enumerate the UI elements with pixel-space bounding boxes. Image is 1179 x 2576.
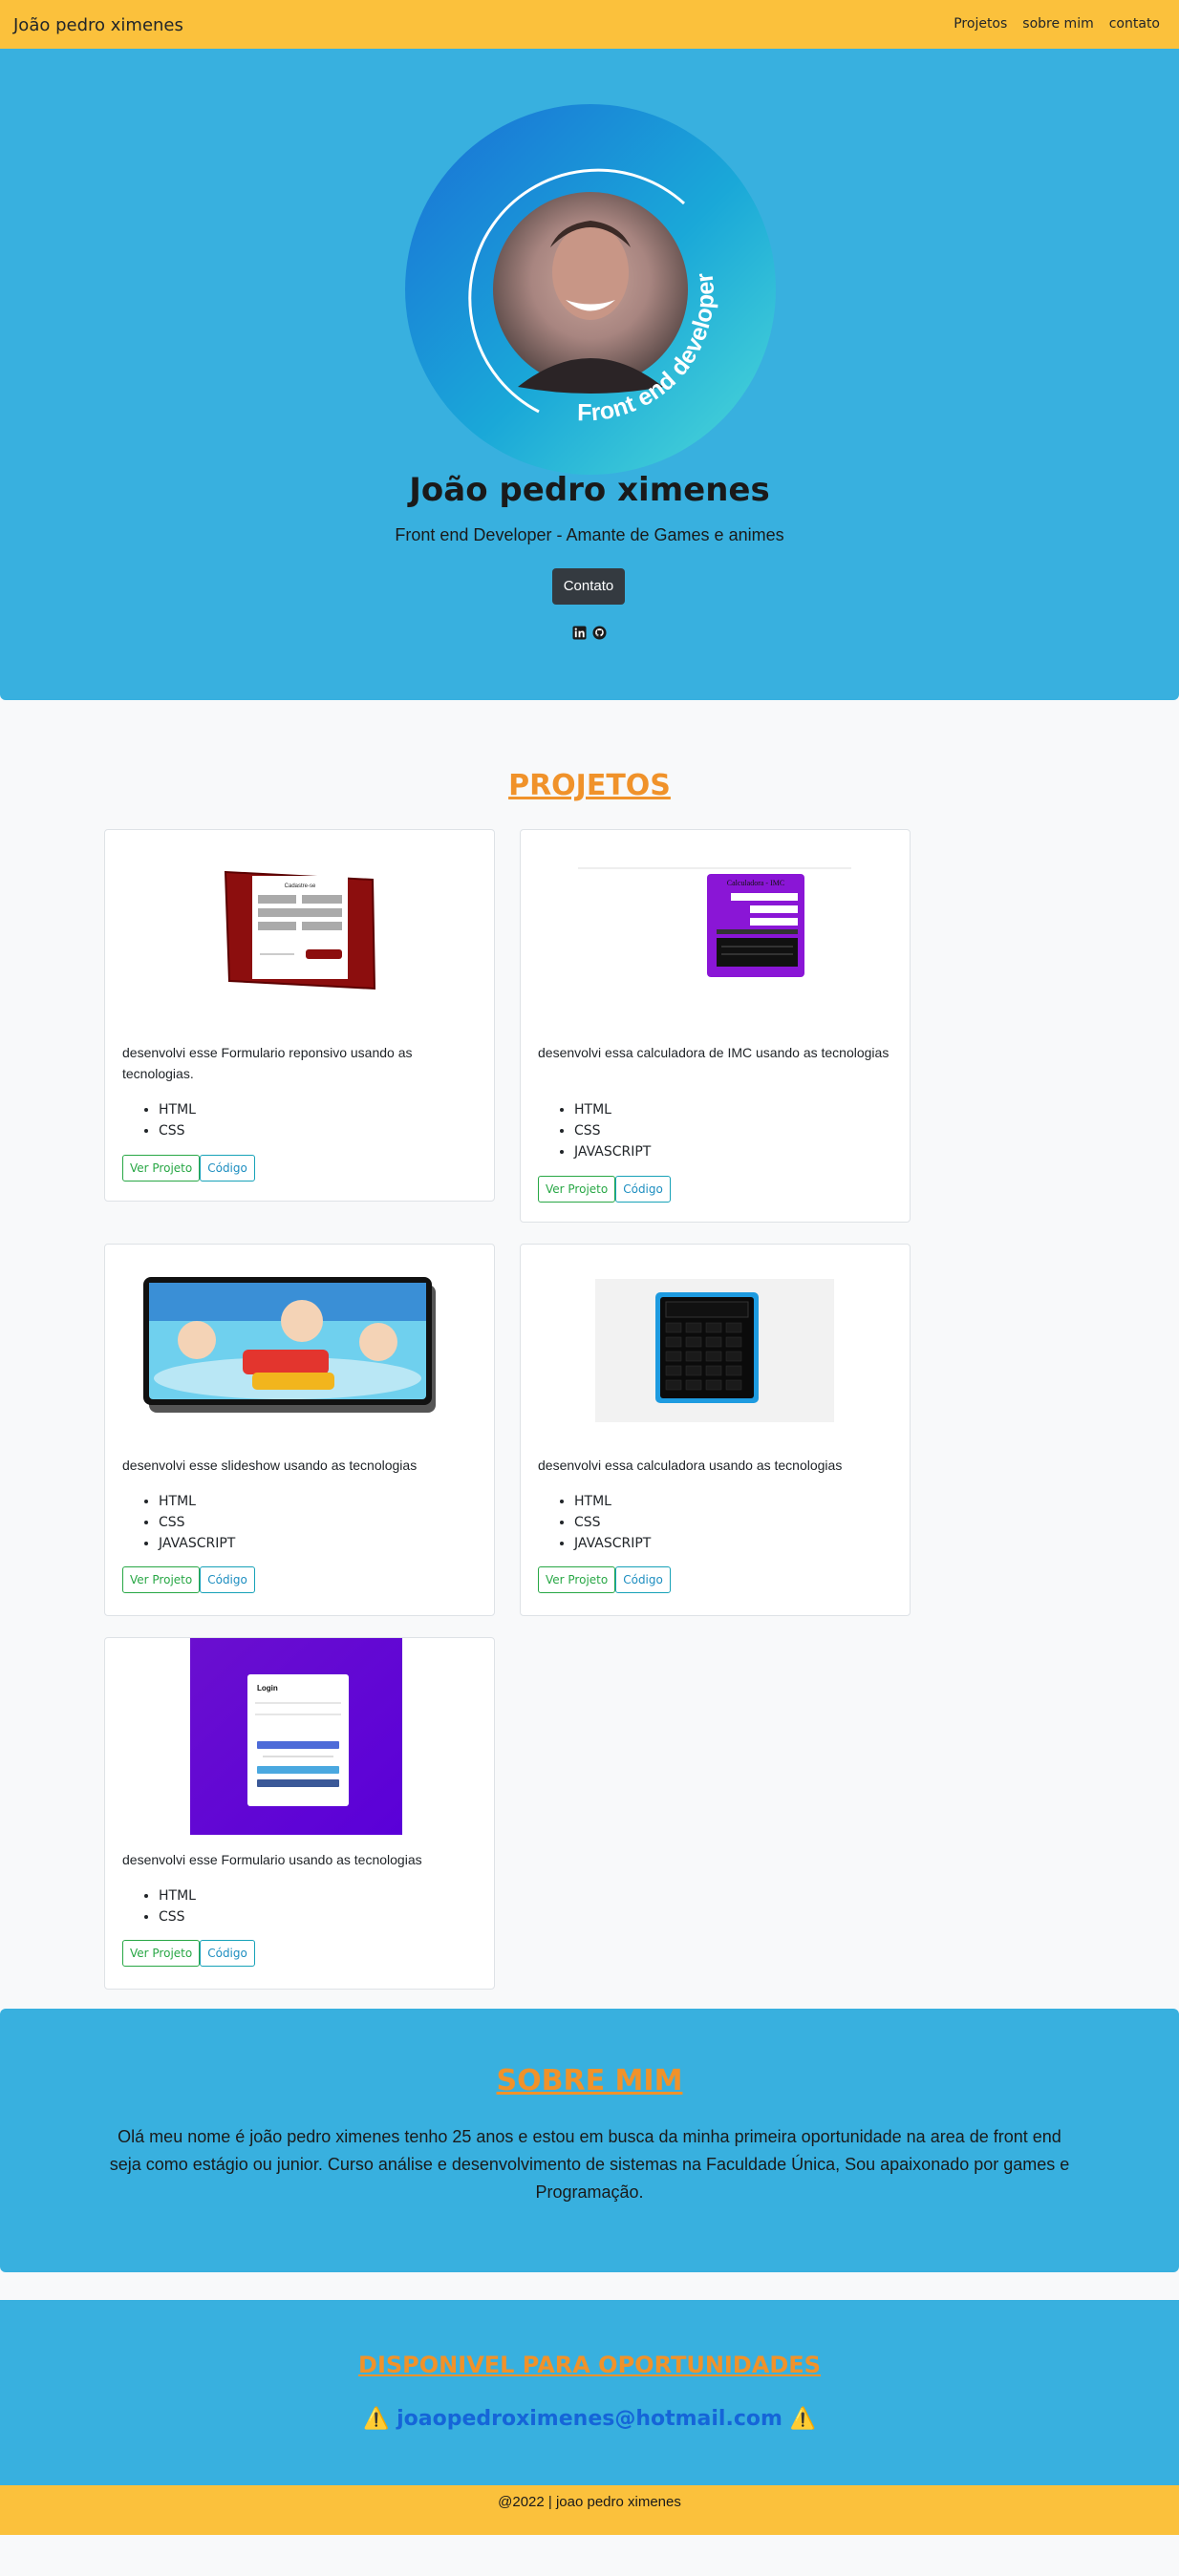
project-thumbnail-3[interactable] bbox=[139, 1273, 443, 1415]
navbar-brand[interactable]: João pedro ximenes bbox=[13, 15, 183, 35]
footer-text: @2022 | joao pedro ximenes bbox=[498, 2494, 681, 2510]
svg-text:Calculadora - IMC: Calculadora - IMC bbox=[727, 879, 784, 887]
tech-item: JAVASCRIPT bbox=[574, 1141, 651, 1162]
view-project-button[interactable]: Ver Projeto bbox=[538, 1566, 616, 1593]
project-description-3: desenvolvi esse slideshow usando as tecn… bbox=[122, 1458, 418, 1473]
svg-text:Login: Login bbox=[257, 1684, 278, 1692]
code-button[interactable]: Código bbox=[200, 1155, 255, 1182]
email-link[interactable]: joaopedroximenes@hotmail.com bbox=[397, 2407, 782, 2431]
tech-item: HTML bbox=[159, 1099, 196, 1120]
tech-item: JAVASCRIPT bbox=[159, 1533, 235, 1554]
view-project-button[interactable]: Ver Projeto bbox=[538, 1176, 616, 1203]
view-project-button[interactable]: Ver Projeto bbox=[122, 1155, 201, 1182]
project-thumbnail-4[interactable] bbox=[595, 1279, 834, 1422]
tech-item: CSS bbox=[159, 1120, 196, 1141]
project-description-1: desenvolvi esse Formulario reponsivo usa… bbox=[122, 1045, 413, 1081]
code-button[interactable]: Código bbox=[200, 1940, 255, 1967]
tech-item: HTML bbox=[159, 1885, 196, 1906]
github-icon[interactable] bbox=[592, 626, 607, 640]
warning-icon: ⚠️ bbox=[789, 2407, 816, 2431]
email-line: ⚠️ joaopedroximenes@hotmail.com ⚠️ bbox=[0, 2407, 1179, 2431]
tech-list-5: HTML CSS bbox=[122, 1885, 196, 1927]
tech-list-4: HTML CSS JAVASCRIPT bbox=[538, 1491, 651, 1554]
project-card-4: desenvolvi essa calculadora usando as te… bbox=[520, 1244, 911, 1616]
tech-item: CSS bbox=[159, 1512, 235, 1533]
projects-title: PROJETOS bbox=[508, 769, 671, 802]
footer: @2022 | joao pedro ximenes bbox=[0, 2485, 1179, 2535]
view-project-button[interactable]: Ver Projeto bbox=[122, 1566, 201, 1593]
tech-item: HTML bbox=[574, 1491, 651, 1512]
code-button[interactable]: Código bbox=[615, 1566, 671, 1593]
view-project-button[interactable]: Ver Projeto bbox=[122, 1940, 201, 1967]
project-card-5: Login desenvolvi esse Formulario usando … bbox=[104, 1637, 495, 1990]
social-links bbox=[572, 626, 607, 640]
nav-link-contato[interactable]: contato bbox=[1109, 16, 1160, 32]
tech-item: CSS bbox=[574, 1120, 651, 1141]
projects-section: PROJETOS Cadastre-se desenvolvi esse For… bbox=[0, 729, 1179, 2009]
tech-item: HTML bbox=[159, 1491, 235, 1512]
tech-item: CSS bbox=[574, 1512, 651, 1533]
project-card-3: desenvolvi esse slideshow usando as tecn… bbox=[104, 1244, 495, 1616]
project-card-1: Cadastre-se desenvolvi esse Formulario r… bbox=[104, 829, 495, 1202]
card-actions-5: Ver Projeto Código bbox=[122, 1940, 255, 1967]
hero-name: João pedro ximenes bbox=[409, 471, 770, 509]
code-button[interactable]: Código bbox=[200, 1566, 255, 1593]
availability-section: DISPONIVEL PARA OPORTUNIDADES ⚠️ joaoped… bbox=[0, 2300, 1179, 2485]
project-thumbnail-2[interactable]: Calculadora - IMC bbox=[578, 864, 851, 979]
tech-item: JAVASCRIPT bbox=[574, 1533, 651, 1554]
availability-title: DISPONIVEL PARA OPORTUNIDADES bbox=[358, 2352, 821, 2378]
card-actions-4: Ver Projeto Código bbox=[538, 1566, 671, 1593]
tech-list-1: HTML CSS bbox=[122, 1099, 196, 1141]
hero-section: Front end developer João pedro ximenes F… bbox=[0, 49, 1179, 700]
nav-links: Projetos sobre mim contato bbox=[954, 16, 1160, 32]
nav-link-projetos[interactable]: Projetos bbox=[954, 16, 1007, 32]
code-button[interactable]: Código bbox=[615, 1176, 671, 1203]
about-title: SOBRE MIM bbox=[496, 2064, 683, 2097]
project-description-2: desenvolvi essa calculadora de IMC usand… bbox=[538, 1045, 890, 1060]
project-description-4: desenvolvi essa calculadora usando as te… bbox=[538, 1458, 843, 1473]
hero-subtitle: Front end Developer - Amante de Games e … bbox=[395, 525, 784, 544]
about-text: Olá meu nome é joão pedro ximenes tenho … bbox=[109, 2127, 1070, 2202]
card-actions-3: Ver Projeto Código bbox=[122, 1566, 255, 1593]
project-thumbnail-1[interactable]: Cadastre-se bbox=[218, 868, 382, 992]
profile-avatar-badge: Front end developer bbox=[405, 104, 776, 475]
tech-item: CSS bbox=[159, 1906, 196, 1927]
card-actions-2: Ver Projeto Código bbox=[538, 1176, 671, 1203]
svg-text:Cadastre-se: Cadastre-se bbox=[285, 884, 316, 889]
tech-item: HTML bbox=[574, 1099, 651, 1120]
warning-icon: ⚠️ bbox=[363, 2407, 390, 2431]
card-actions-1: Ver Projeto Código bbox=[122, 1155, 255, 1182]
contact-button[interactable]: Contato bbox=[552, 568, 625, 605]
project-description-5: desenvolvi esse Formulario usando as tec… bbox=[122, 1852, 422, 1867]
tech-list-2: HTML CSS JAVASCRIPT bbox=[538, 1099, 651, 1162]
project-thumbnail-5[interactable]: Login bbox=[190, 1638, 402, 1835]
about-section: SOBRE MIM Olá meu nome é joão pedro xime… bbox=[0, 2009, 1179, 2272]
tech-list-3: HTML CSS JAVASCRIPT bbox=[122, 1491, 235, 1554]
nav-link-sobre-mim[interactable]: sobre mim bbox=[1022, 16, 1093, 32]
project-card-2: Calculadora - IMC desenvolvi essa calcul… bbox=[520, 829, 911, 1223]
navbar: João pedro ximenes Projetos sobre mim co… bbox=[0, 0, 1179, 49]
linkedin-icon[interactable] bbox=[572, 626, 587, 640]
